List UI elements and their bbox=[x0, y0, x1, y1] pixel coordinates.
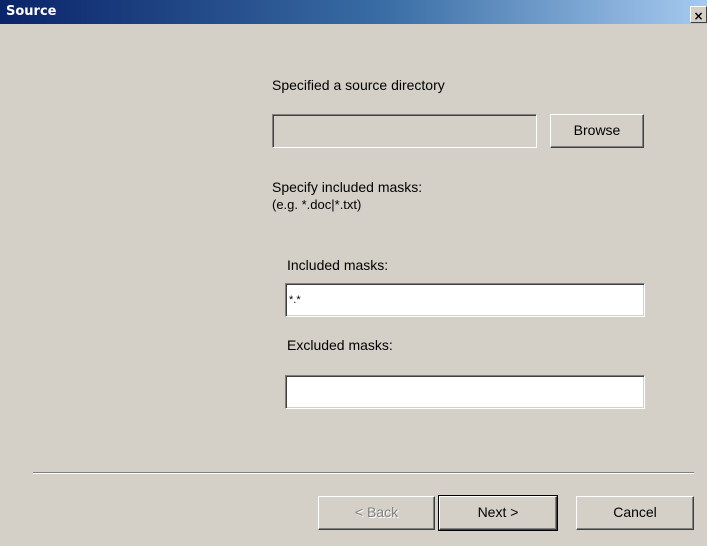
close-icon: × bbox=[693, 9, 704, 23]
footer-separator bbox=[33, 472, 694, 474]
browse-button-label: Browse bbox=[573, 122, 621, 138]
next-button[interactable]: Next > bbox=[438, 495, 558, 531]
cancel-button[interactable]: Cancel bbox=[576, 496, 694, 530]
source-directory-input[interactable] bbox=[272, 114, 537, 148]
window-title: Source bbox=[6, 4, 57, 19]
source-dialog: Source × Specified a source directory Br… bbox=[0, 0, 707, 546]
close-button[interactable]: × bbox=[690, 6, 707, 23]
back-button-label: < Back bbox=[354, 504, 399, 520]
browse-button[interactable]: Browse bbox=[550, 114, 644, 148]
excluded-masks-label: Excluded masks: bbox=[287, 337, 393, 353]
masks-example: (e.g. *.doc|*.txt) bbox=[272, 197, 362, 212]
excluded-masks-input[interactable] bbox=[285, 375, 645, 409]
masks-instruction: Specify included masks: bbox=[272, 179, 423, 195]
title-bar[interactable]: Source × bbox=[0, 0, 707, 24]
included-masks-input[interactable] bbox=[285, 283, 645, 317]
next-button-label: Next > bbox=[477, 504, 519, 520]
source-directory-heading: Specified a source directory bbox=[272, 77, 445, 93]
included-masks-label: Included masks: bbox=[287, 257, 389, 273]
back-button[interactable]: < Back bbox=[318, 496, 435, 530]
cancel-button-label: Cancel bbox=[613, 504, 657, 520]
